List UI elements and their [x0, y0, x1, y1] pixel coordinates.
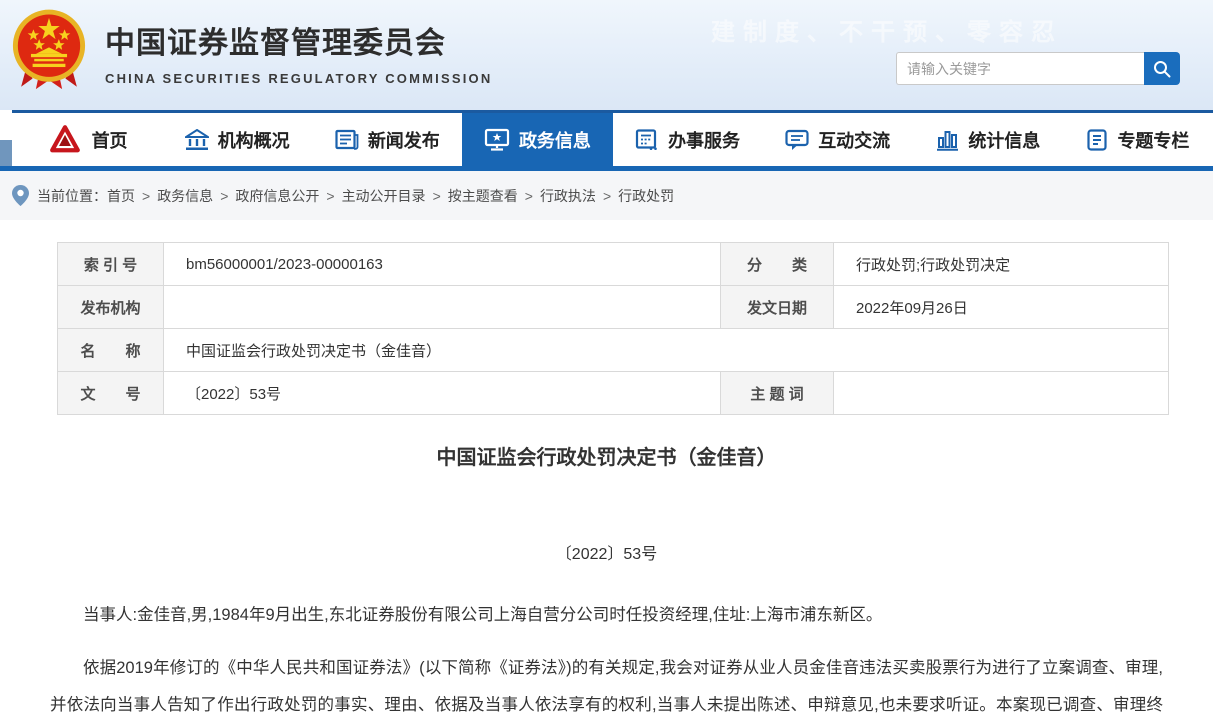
bar-chart-icon: [937, 130, 959, 151]
nav-label: 互动交流: [818, 130, 891, 151]
breadcrumb-separator: >: [326, 187, 335, 204]
column-icon: [1087, 128, 1108, 151]
index-number-value: bm56000001/2023-00000163: [163, 242, 721, 286]
site-title: 中国证券监督管理委员会: [105, 27, 446, 60]
search-button[interactable]: [1144, 52, 1180, 85]
document-number: 〔2022〕53号: [555, 546, 658, 563]
nav-label: 办事服务: [668, 130, 741, 151]
document-paragraph: 依据2019年修订的《中华人民共和国证券法》(以下简称《证券法》)的有关规定,我…: [50, 659, 1163, 714]
chat-icon: [785, 129, 809, 150]
table-row: 索 引 号 bm56000001/2023-00000163 分 类 行政处罚;…: [57, 242, 1169, 286]
slogan-watermark: 建制度、不干预、零容忍: [711, 19, 1063, 46]
document-title: 中国证监会行政处罚决定书（金佳音）: [436, 447, 777, 469]
breadcrumb-item-disclosure[interactable]: 政府信息公开: [235, 186, 319, 206]
nav-item-statistics[interactable]: 统计信息: [913, 113, 1063, 166]
nav-bottom-bar: [0, 166, 1213, 171]
nav-label: 新闻发布: [367, 130, 440, 151]
news-icon: [335, 129, 359, 150]
issue-date-label: 发文日期: [720, 285, 834, 329]
table-row: 文 号 〔2022〕53号 主 题 词: [57, 371, 1169, 415]
nav-item-services[interactable]: 办事服务: [613, 113, 763, 166]
nav-label: 政务信息: [518, 130, 591, 151]
breadcrumb-separator: >: [524, 187, 533, 204]
nav-item-special-columns[interactable]: 专题专栏: [1063, 113, 1213, 166]
breadcrumb-separator: >: [142, 187, 151, 204]
nav-item-news[interactable]: 新闻发布: [312, 113, 462, 166]
index-number-label: 索 引 号: [57, 242, 164, 286]
national-emblem-logo: [12, 9, 86, 90]
nav-item-about[interactable]: 机构概况: [162, 113, 312, 166]
issue-date-value: 2022年09月26日: [833, 285, 1169, 329]
search-icon: [1154, 60, 1171, 77]
category-label: 分 类: [720, 242, 834, 286]
bank-icon: [184, 128, 209, 150]
breadcrumb-item-penalty[interactable]: 行政处罚: [618, 186, 674, 206]
issuing-agency-label: 发布机构: [57, 285, 164, 329]
site-subtitle: CHINA SECURITIES REGULATORY COMMISSION: [105, 71, 493, 86]
search-input[interactable]: [896, 52, 1144, 85]
monitor-icon: [484, 128, 510, 151]
table-row: 发布机构 发文日期 2022年09月26日: [57, 285, 1169, 329]
document-body: 中国证监会行政处罚决定书（金佳音） 〔2022〕53号 当事人:金佳音,男,19…: [0, 441, 1213, 718]
form-icon: [635, 128, 657, 150]
document-name-label: 名 称: [57, 328, 164, 372]
breadcrumb-item-enforcement[interactable]: 行政执法: [540, 186, 596, 206]
breadcrumb-item-by-topic[interactable]: 按主题查看: [448, 186, 518, 206]
breadcrumb-separator: >: [432, 187, 441, 204]
nav-left-decoration: [0, 140, 12, 166]
table-row: 名 称 中国证监会行政处罚决定书（金佳音）: [57, 328, 1169, 372]
breadcrumb-separator: >: [220, 187, 229, 204]
nav-label: 首页: [91, 130, 128, 151]
nav-item-home[interactable]: 首页: [12, 113, 162, 166]
document-number-value: 〔2022〕53号: [163, 371, 721, 415]
nav-item-gov-info[interactable]: 政务信息: [462, 113, 613, 166]
subject-words-label: 主 题 词: [720, 371, 834, 415]
issuing-agency-value: [163, 285, 721, 329]
breadcrumb-item-gov-info[interactable]: 政务信息: [157, 186, 213, 206]
subject-words-value: [833, 371, 1169, 415]
location-pin-icon: [12, 185, 29, 206]
category-value: 行政处罚;行政处罚决定: [833, 242, 1169, 286]
brand-block: 中国证券监督管理委员会 CHINA SECURITIES REGULATORY …: [105, 18, 492, 86]
main-nav-zone: 首页 机构概况 新闻发布 政务信息 办事服务 互动交流 统计信息 专题专栏: [0, 110, 1213, 171]
nav-label: 专题专栏: [1117, 130, 1190, 151]
breadcrumb-item-catalog[interactable]: 主动公开目录: [342, 186, 426, 206]
nav-item-interaction[interactable]: 互动交流: [763, 113, 913, 166]
site-header: 中国证券监督管理委员会 CHINA SECURITIES REGULATORY …: [0, 0, 1213, 110]
breadcrumb-prefix: 当前位置：: [37, 187, 107, 204]
main-nav: 首页 机构概况 新闻发布 政务信息 办事服务 互动交流 统计信息 专题专栏: [12, 110, 1213, 166]
search-bar: [896, 52, 1180, 85]
document-number-label: 文 号: [57, 371, 164, 415]
document-meta-table: 索 引 号 bm56000001/2023-00000163 分 类 行政处罚;…: [57, 242, 1169, 415]
breadcrumb: 当前位置： 首页 > 政务信息 > 政府信息公开 > 主动公开目录 > 按主题查…: [0, 171, 1213, 220]
document-paragraph: 当事人:金佳音,男,1984年9月出生,东北证券股份有限公司上海自营分公司时任投…: [83, 606, 883, 624]
document-name-value: 中国证监会行政处罚决定书（金佳音）: [163, 328, 1169, 372]
breadcrumb-item-home[interactable]: 首页: [107, 186, 135, 206]
nav-label: 机构概况: [217, 130, 290, 151]
csrc-logo-icon: [49, 124, 80, 152]
breadcrumb-separator: >: [602, 187, 612, 204]
nav-label: 统计信息: [968, 130, 1041, 151]
